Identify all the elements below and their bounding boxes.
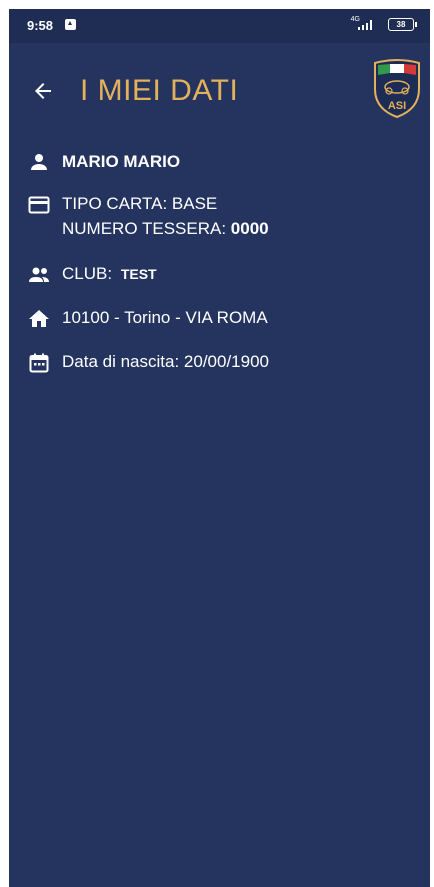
group-icon	[29, 267, 49, 282]
app-screen: 9:58 4G 38 I MIEI DATI ASI MARIO MARIO T…	[9, 9, 430, 887]
status-time: 9:58	[27, 18, 54, 33]
home-icon	[29, 310, 49, 327]
app-bar: I MIEI DATI ASI	[9, 43, 430, 133]
credit-card-icon	[28, 196, 50, 214]
club-value: TEST	[120, 266, 157, 282]
svg-text:ASI: ASI	[388, 100, 406, 112]
club: CLUB: TEST	[62, 264, 157, 284]
arrow-left-icon	[35, 83, 51, 99]
birth-value: 20/00/1900	[183, 352, 270, 371]
address: 10100 - Torino - VIA ROMA	[62, 308, 268, 327]
status-right: 4G 38	[328, 16, 418, 34]
calendar-icon	[29, 353, 49, 373]
back-button[interactable]	[31, 79, 55, 103]
member-name: MARIO MARIO	[62, 152, 181, 171]
card-type-value: BASE	[171, 194, 218, 213]
card-type: TIPO CARTA: BASE	[62, 194, 217, 214]
card-number-label: NUMERO TESSERA:	[62, 219, 227, 238]
card-number-value: 0000	[230, 219, 269, 238]
battery-icon: 38	[388, 18, 417, 31]
birth-label: Data di nascita:	[62, 352, 180, 371]
page-title: I MIEI DATI	[80, 74, 239, 107]
birth-date: Data di nascita: 20/00/1900	[62, 352, 269, 372]
notification-icon	[65, 19, 76, 30]
signal-icon	[358, 20, 374, 30]
card-type-label: TIPO CARTA:	[62, 194, 168, 213]
club-label: CLUB:	[62, 264, 113, 283]
card-number: NUMERO TESSERA: 0000	[62, 219, 269, 239]
status-bar: 9:58 4G 38	[9, 9, 430, 43]
person-icon	[31, 154, 47, 170]
asi-logo: ASI	[371, 59, 423, 119]
